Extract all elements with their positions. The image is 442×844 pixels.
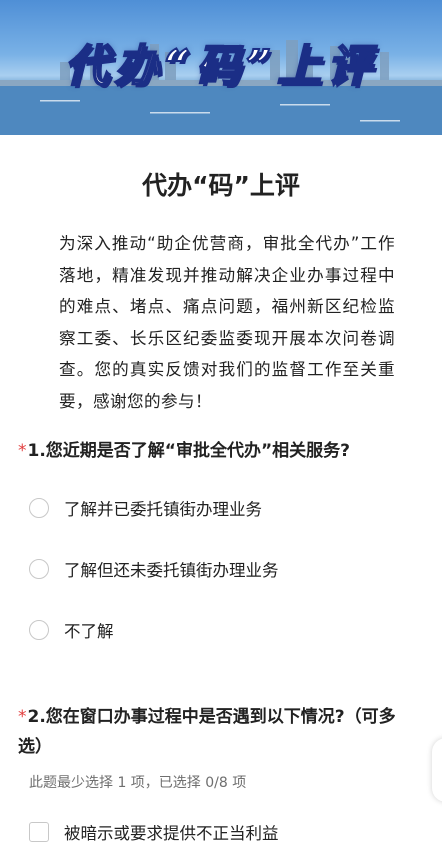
radio-button[interactable] — [29, 498, 49, 518]
question-1-text: 1.您近期是否了解“审批全代办”相关服务? — [27, 441, 351, 461]
question-1-option-1[interactable]: 了解并已委托镇街办理业务 — [29, 494, 262, 522]
banner-title: 代办“码”上评 — [64, 40, 378, 93]
option-label: 不了解 — [64, 622, 114, 641]
option-label: 了解但还未委托镇街办理业务 — [64, 561, 279, 580]
radio-button[interactable] — [29, 620, 49, 640]
required-mark: * — [18, 441, 27, 461]
option-label: 了解并已委托镇街办理业务 — [64, 500, 262, 519]
survey-intro: 为深入推动“助企优营商，审批全代办”工作落地，精准发现并推动解决企业办事过程中的… — [59, 234, 395, 411]
required-mark: * — [18, 707, 27, 727]
question-2-text: 2.您在窗口办事过程中是否遇到以下情况?（可多选） — [18, 707, 396, 757]
question-1-option-2[interactable]: 了解但还未委托镇街办理业务 — [29, 555, 279, 583]
option-label: 被暗示或要求提供不正当利益 — [64, 824, 279, 843]
question-1-option-3[interactable]: 不了解 — [29, 616, 114, 644]
floating-scroll-handle[interactable] — [432, 738, 442, 802]
selection-hint: 此题最少选择 1 项，已选择 0/8 项 — [29, 775, 247, 791]
radio-button[interactable] — [29, 559, 49, 579]
question-1-title: *1.您近期是否了解“审批全代办”相关服务? — [18, 436, 428, 466]
question-2-title: *2.您在窗口办事过程中是否遇到以下情况?（可多选） — [18, 702, 418, 762]
question-2-option-1[interactable]: 被暗示或要求提供不正当利益 — [29, 820, 279, 844]
page-title: 代办“码”上评 — [142, 171, 300, 200]
header-banner: 代办“码”上评 — [0, 0, 442, 135]
checkbox[interactable] — [29, 822, 49, 842]
